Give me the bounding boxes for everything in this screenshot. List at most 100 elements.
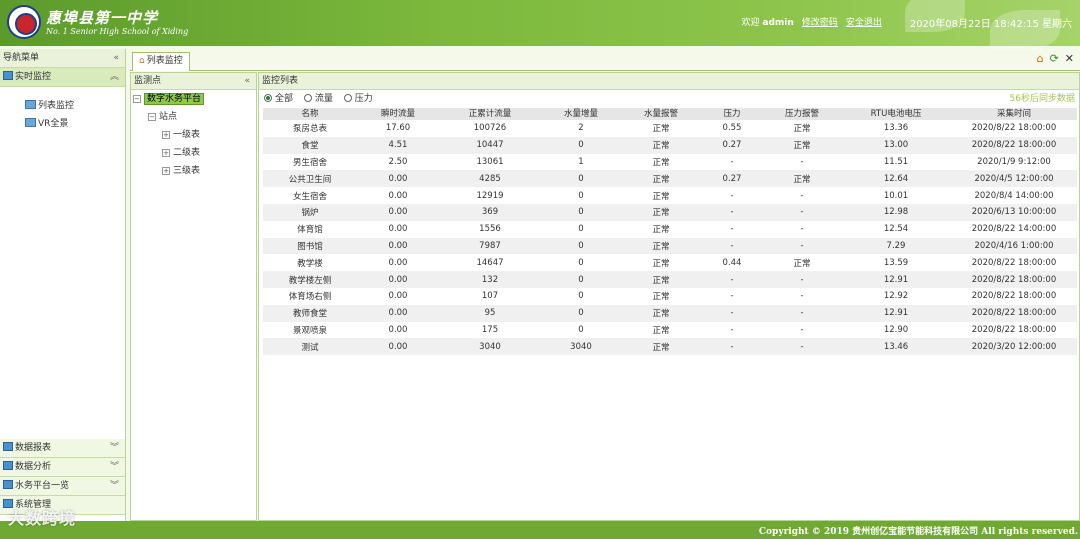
nav-section-water-overview[interactable]: 水务平台一览 ︾ [0,477,125,496]
table-cell: 0.00 [357,304,439,322]
table-row[interactable]: 公共卫生间 0.00 4285 0 正常 0.27 正常 12.64 2020/4/5 12:0… [263,170,1077,188]
table-row[interactable]: 体育场右侧 0.00 107 0 正常 - -12.92 2020/8/22 18:00:00 [263,287,1077,305]
table-cell: 正常 [763,254,841,272]
table-cell: - [701,321,763,339]
table-cell: 0.00 [357,338,439,356]
table-cell: 正常 [621,120,701,137]
nav-item-list-monitor[interactable]: 列表监控 [0,97,125,115]
table-cell: 10.01 [841,187,951,204]
school-logo [7,5,41,39]
table-cell: 2020/8/22 18:00:00 [951,271,1077,288]
table-row[interactable]: 泵房总表 17.60 100726 2 正常 0.55 正常 13.36 2020/8/22 1… [263,120,1077,137]
nav-section-realtime[interactable]: 实时监控 ︽ [0,68,125,87]
table-cell: 107 [439,287,541,305]
collapse-node-icon[interactable]: − [133,95,141,103]
logout-link[interactable]: 安全退出 [846,15,882,30]
table-cell: 2020/4/5 12:00:00 [951,170,1077,188]
table-row[interactable]: 图书馆 0.00 7987 0 正常 - -7.29 2020/4/16 1:00:00 [263,237,1077,255]
table-cell: 0 [541,254,621,272]
table-cell: 正常 [621,187,701,204]
table-cell: 12.54 [841,220,951,238]
table-cell: - [763,321,841,339]
table-cell: 13061 [439,153,541,171]
table-cell: 正常 [763,120,841,137]
copyright-text: Copyright © 2019 贵州创亿宝能节能科技有限公司 All righ… [758,527,1078,537]
table-cell: 0 [541,136,621,154]
nav-sub-list: 列表监控 VR全景 [0,87,125,439]
table-cell: - [763,338,841,356]
table-cell: 0.00 [357,271,439,288]
datetime-display: 2020年08月22日 18:42:15 星期六 [909,19,1072,30]
table-cell: 0.55 [701,120,763,137]
vr-icon [25,118,36,127]
collapse-left-icon[interactable]: « [244,73,250,90]
close-icon[interactable]: ✕ [1065,52,1074,65]
username: admin [762,18,794,28]
refresh-icon[interactable]: ⟳ [1050,52,1059,65]
table-row[interactable]: 测试 0.00 3040 3040 正常 - -13.46 2020/3/20 12:00:0… [263,338,1077,356]
expand-node-icon[interactable]: + [162,167,170,175]
table-row[interactable]: 教学楼左侧 0.00 132 0 正常 - -12.91 2020/8/22 18:00:00 [263,271,1077,288]
table-cell: 锅炉 [263,203,357,221]
table-cell: 2020/4/16 1:00:00 [951,237,1077,255]
column-header: RTU电池电压 [841,108,951,120]
table-cell: 7.29 [841,237,951,255]
nav-section-label: 实时监控 [15,72,52,82]
table-cell: 2020/8/22 18:00:00 [951,287,1077,305]
tree-node-level1[interactable]: + 一级表 [131,126,256,144]
radio-icon [343,94,352,102]
table-cell: 1 [541,153,621,171]
tree-node-level3[interactable]: + 三级表 [131,162,256,180]
table-cell: 12.92 [841,287,951,305]
table-cell: 正常 [621,271,701,288]
table-cell: 2020/8/22 18:00:00 [951,120,1077,137]
filter-pressure-radio[interactable]: 压力 [343,94,373,104]
table-cell: 女生宿舍 [263,187,357,204]
table-cell: - [763,153,841,171]
tab-list-monitor[interactable]: ⌂ 列表监控 [132,52,190,71]
column-header: 瞬时流量 [357,108,439,120]
tree-node-level2[interactable]: + 二级表 [131,144,256,162]
nav-section-reports[interactable]: 数据报表 ︾ [0,439,125,458]
tab-bar: ⌂ 列表监控 ⌂ ⟳ ✕ [130,49,1080,71]
home-icon[interactable]: ⌂ [1037,52,1044,65]
tree-node-station[interactable]: − 站点 [131,108,256,126]
filter-all-radio[interactable]: 全部 [264,94,293,104]
table-row[interactable]: 锅炉 0.00 369 0 正常 - -12.98 2020/6/13 10:00:00 [263,203,1077,221]
collapse-node-icon[interactable]: − [148,113,156,121]
table-cell: 7987 [439,237,541,255]
table-cell: 2020/3/20 12:00:00 [951,338,1077,356]
nav-item-vr[interactable]: VR全景 [0,115,125,133]
table-cell: 12.91 [841,271,951,288]
filter-flow-radio[interactable]: 流量 [303,94,333,104]
table-row[interactable]: 体育馆 0.00 1556 0 正常 - -12.54 2020/8/22 14:00:00 [263,220,1077,238]
expand-node-icon[interactable]: + [162,149,170,157]
table-row[interactable]: 食堂 4.51 10447 0 正常 0.27 正常 13.00 2020/8/22 18:00… [263,136,1077,154]
table-cell: 正常 [621,254,701,272]
table-row[interactable]: 景观喷泉 0.00 175 0 正常 - -12.90 2020/8/22 18:00:00 [263,321,1077,339]
table-cell: 13.59 [841,254,951,272]
nav-section-analysis[interactable]: 数据分析 ︾ [0,458,125,477]
table-cell: 10447 [439,136,541,154]
collapse-left-icon[interactable]: « [113,49,119,68]
table-row[interactable]: 教学楼 0.00 14647 0 正常 0.44 正常 13.59 2020/8/22 18:0… [263,254,1077,272]
table-cell: 0.00 [357,170,439,188]
table-row[interactable]: 女生宿舍 0.00 12919 0 正常 - -10.01 2020/8/4 14:00:00 [263,187,1077,204]
table-cell: 132 [439,271,541,288]
panel-title: 监控列表 [262,76,299,86]
table-cell: - [701,220,763,238]
list-icon [3,480,13,489]
table-cell: 12.91 [841,304,951,322]
table-cell: 正常 [621,304,701,322]
table-cell: 2020/8/22 14:00:00 [951,220,1077,238]
table-row[interactable]: 男生宿舍 2.50 13061 1 正常 - -11.51 2020/1/9 9:12:00 [263,153,1077,171]
table-row[interactable]: 教师食堂 0.00 95 0 正常 - -12.91 2020/8/22 18:00:00 [263,304,1077,322]
column-header: 水量报警 [621,108,701,120]
tree-root[interactable]: − 数字水务平台 [131,90,256,108]
table-body: 泵房总表 17.60 100726 2 正常 0.55 正常 13.36 2020/8/22 1… [263,120,1077,356]
table-cell: 2020/8/22 18:00:00 [951,321,1077,339]
table-cell: 12.90 [841,321,951,339]
expand-node-icon[interactable]: + [162,131,170,139]
change-password-link[interactable]: 修改密码 [802,15,838,30]
watermark-logo: 大数跨境 [8,509,77,528]
